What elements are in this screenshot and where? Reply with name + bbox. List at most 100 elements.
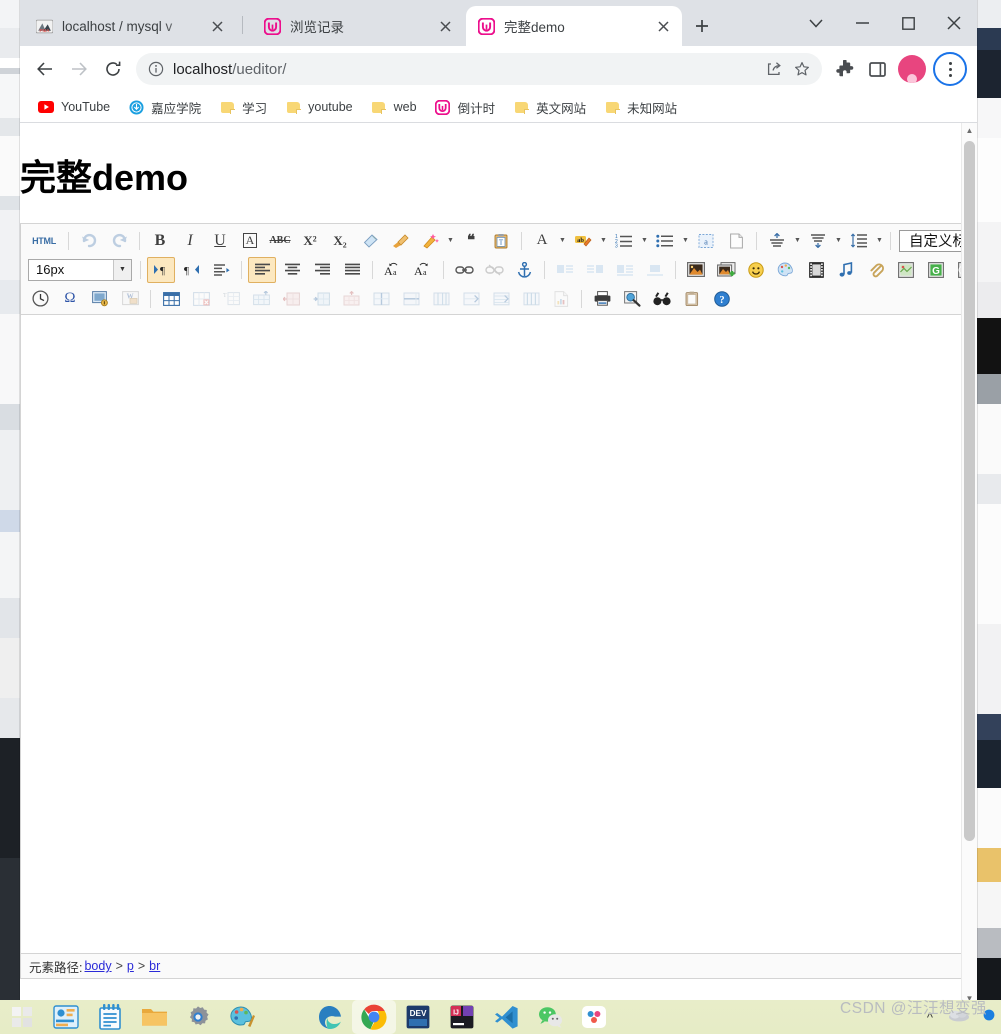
delete-col-button[interactable]	[487, 286, 515, 312]
help-button[interactable]: ?	[708, 286, 736, 312]
calculator-app[interactable]	[264, 1000, 308, 1034]
bookmark-folder-web[interactable]: web	[363, 95, 425, 119]
intellij-app[interactable]: IJ	[440, 1000, 484, 1034]
profile-avatar[interactable]	[898, 55, 926, 83]
settings-app[interactable]	[176, 1000, 220, 1034]
merge-right-button[interactable]	[307, 286, 335, 312]
bold-button[interactable]: B	[146, 228, 174, 254]
bookmark-folder-youtube[interactable]: youtube	[277, 95, 360, 119]
scrollbar-thumb[interactable]	[964, 141, 975, 841]
insert-video-button[interactable]	[802, 257, 830, 283]
chevron-down-icon[interactable]: ▼	[445, 229, 456, 253]
chevron-down-icon[interactable]: ▼	[639, 229, 650, 253]
strikethrough-button[interactable]: ABC	[266, 228, 294, 254]
info-icon[interactable]	[148, 61, 164, 77]
tab-close-button[interactable]	[434, 15, 456, 37]
element-path-body[interactable]: body	[84, 959, 111, 973]
insert-row-button[interactable]	[247, 286, 275, 312]
image-center-button[interactable]	[641, 257, 669, 283]
merge-down-button[interactable]	[337, 286, 365, 312]
editor-content-area[interactable]	[21, 315, 962, 953]
page-break-button[interactable]	[722, 228, 750, 254]
chevron-down-icon[interactable]: ▼	[874, 229, 885, 253]
music-button[interactable]	[832, 257, 860, 283]
undo-button[interactable]	[75, 228, 103, 254]
table-props-button[interactable]: T	[217, 286, 245, 312]
bookmark-countdown[interactable]: 倒计时	[427, 95, 504, 119]
row-spacing-bottom-button[interactable]	[804, 228, 832, 254]
wechat-app[interactable]	[528, 1000, 572, 1034]
row-spacing-top-button[interactable]	[763, 228, 791, 254]
image-manager-button[interactable]	[712, 257, 740, 283]
underline-button[interactable]: U	[206, 228, 234, 254]
auto-typeset-button[interactable]	[416, 228, 444, 254]
bookmark-folder-english[interactable]: 英文网站	[505, 95, 594, 119]
page-scrollbar[interactable]: ▲ ▼	[961, 123, 977, 1005]
forward-button[interactable]	[62, 52, 96, 86]
back-button[interactable]	[28, 52, 62, 86]
browser-tab-0[interactable]: PMA localhost / mysql v	[24, 6, 236, 46]
maximize-button[interactable]	[885, 0, 931, 46]
chevron-down-icon[interactable]: ▼	[598, 229, 609, 253]
delete-row-button[interactable]	[457, 286, 485, 312]
unlink-button[interactable]	[480, 257, 508, 283]
split-rows-button[interactable]	[397, 286, 425, 312]
taskview-button[interactable]	[44, 1000, 88, 1034]
bookmark-jiaying[interactable]: 嘉应学院	[120, 95, 209, 119]
file-explorer-app[interactable]	[132, 1000, 176, 1034]
special-character-button[interactable]: Ω	[56, 286, 84, 312]
insert-date-button[interactable]	[26, 286, 54, 312]
chevron-down-icon[interactable]: ▼	[113, 259, 131, 280]
side-panel-icon[interactable]	[862, 54, 892, 84]
browser-tab-1[interactable]: 浏览记录	[252, 6, 464, 46]
redo-button[interactable]	[105, 228, 133, 254]
chevron-down-icon[interactable]: ▼	[833, 229, 844, 253]
unordered-list-button[interactable]	[651, 228, 679, 254]
split-cols-button[interactable]	[427, 286, 455, 312]
anchor-button[interactable]	[510, 257, 538, 283]
weather-cloud-icon[interactable]	[947, 1008, 971, 1027]
devcpp-app[interactable]: DEV	[396, 1000, 440, 1034]
align-center-button[interactable]	[278, 257, 306, 283]
element-path-p[interactable]: p	[127, 959, 134, 973]
custom-title-select[interactable]: 自定义标题	[899, 229, 962, 252]
superscript-button[interactable]: X²	[296, 228, 324, 254]
chevron-down-icon[interactable]: ▼	[680, 229, 691, 253]
paint-app[interactable]	[220, 1000, 264, 1034]
extensions-puzzle-icon[interactable]	[830, 54, 860, 84]
address-bar[interactable]: localhost/ueditor/	[136, 53, 822, 85]
align-justify-button[interactable]	[338, 257, 366, 283]
insert-link-button[interactable]	[450, 257, 478, 283]
source-code-button[interactable]: HTML	[26, 228, 62, 254]
element-path-br[interactable]: br	[149, 959, 160, 973]
font-color-button[interactable]: A	[528, 228, 556, 254]
image-float-left-button[interactable]	[551, 257, 579, 283]
split-cell-button[interactable]	[367, 286, 395, 312]
insert-col-button[interactable]	[277, 286, 305, 312]
back-color-button[interactable]: ab	[569, 228, 597, 254]
anchor-link-button[interactable]: a	[692, 228, 720, 254]
image-float-none-button[interactable]	[611, 257, 639, 283]
italic-button[interactable]: I	[176, 228, 204, 254]
tray-blue-dot-icon[interactable]	[983, 1008, 995, 1026]
scroll-up-arrow[interactable]: ▲	[962, 123, 977, 138]
scrawl-button[interactable]	[772, 257, 800, 283]
close-button[interactable]	[931, 0, 977, 46]
indent-left-button[interactable]: ¶	[177, 257, 205, 283]
print-button[interactable]	[588, 286, 616, 312]
remove-format-button[interactable]	[356, 228, 384, 254]
paste-button[interactable]	[678, 286, 706, 312]
attachment-button[interactable]	[862, 257, 890, 283]
paragraph-indent-button[interactable]	[207, 257, 235, 283]
tab-search-button[interactable]	[793, 0, 839, 46]
align-right-button[interactable]	[308, 257, 336, 283]
baidunetdisk-app[interactable]	[572, 1000, 616, 1034]
font-size-select[interactable]: 16px ▼	[28, 258, 132, 281]
gmap-button[interactable]: G	[922, 257, 950, 283]
tray-chevron-icon[interactable]: ^	[927, 1010, 933, 1025]
share-icon[interactable]	[760, 55, 788, 83]
indent-right-button[interactable]: ¶	[147, 256, 175, 283]
bookmark-folder-xuexi[interactable]: 学习	[211, 95, 275, 119]
vscode-app[interactable]	[484, 1000, 528, 1034]
bookmark-youtube[interactable]: YouTube	[30, 95, 118, 119]
